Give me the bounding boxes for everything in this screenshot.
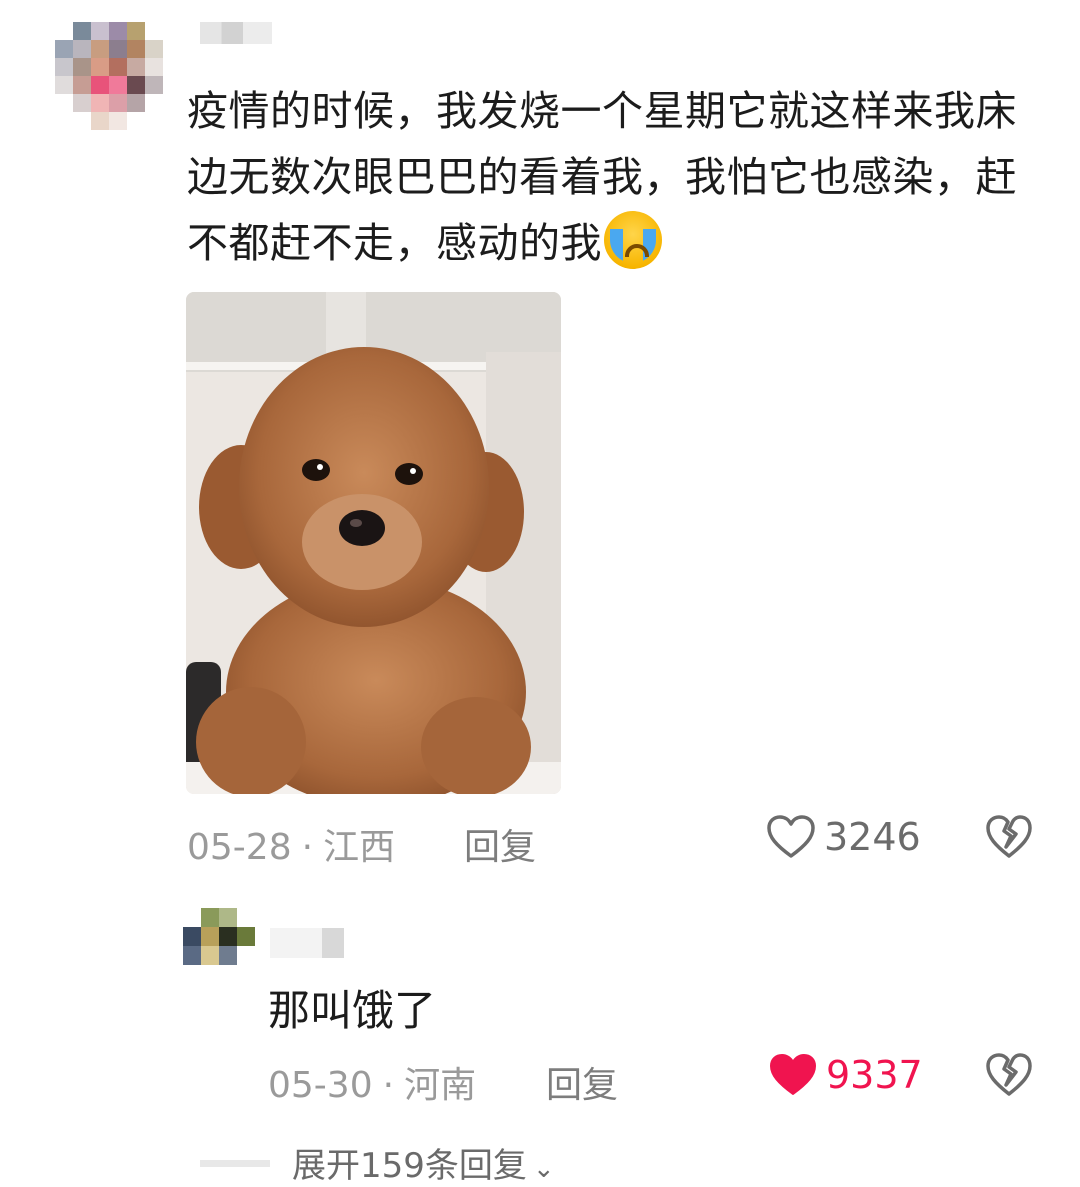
chevron-down-icon: ⌄ <box>532 1154 555 1184</box>
reply-text: 那叫饿了 <box>268 986 437 1035</box>
reply-reply-button[interactable]: 回复 <box>546 1056 618 1108</box>
comment-location: 江西 <box>323 827 396 868</box>
meta-separator: · <box>382 1065 395 1106</box>
comment-body: 疫情的时候，我发烧一个星期它就这样来我床边无数次眼巴巴的看着我，我怕它也感染，赶… <box>187 87 1017 267</box>
reply-date: 05-30 <box>268 1065 373 1106</box>
reply-meta: 05-30 · 河南 <box>268 1056 476 1108</box>
divider <box>200 1160 270 1167</box>
reply-username-blurred[interactable] <box>270 928 344 958</box>
heart-filled-icon <box>770 1054 816 1095</box>
expand-replies-button[interactable]: 展开159条回复 ⌄ <box>292 1138 555 1187</box>
comment-photo[interactable] <box>186 292 561 794</box>
heart-outline-icon <box>767 815 815 858</box>
comment-date: 05-28 <box>187 827 292 868</box>
broken-heart-icon <box>986 815 1032 858</box>
expand-replies-label: 展开159条回复 <box>292 1146 527 1186</box>
reply-button[interactable]: 回复 <box>464 818 536 870</box>
username-blurred[interactable] <box>200 22 272 44</box>
broken-heart-icon <box>986 1053 1032 1096</box>
comment-text: 疫情的时候，我发烧一个星期它就这样来我床边无数次眼巴巴的看着我，我怕它也感染，赶… <box>187 78 1057 276</box>
comment-meta: 05-28 · 江西 <box>187 818 395 870</box>
reply-location: 河南 <box>404 1065 477 1106</box>
avatar[interactable] <box>55 22 163 130</box>
reply-like-count: 9337 <box>826 1053 923 1097</box>
reply-avatar[interactable] <box>183 908 255 966</box>
reply-dislike-button[interactable] <box>985 1052 1033 1102</box>
like-count: 3246 <box>824 815 921 859</box>
meta-separator: · <box>301 827 314 868</box>
like-button[interactable]: 3246 <box>766 814 921 860</box>
brown-poodle-icon <box>186 292 561 794</box>
reply-like-button[interactable]: 9337 <box>768 1052 923 1098</box>
crying-face-emoji-icon <box>604 211 662 269</box>
dislike-button[interactable] <box>985 814 1033 864</box>
